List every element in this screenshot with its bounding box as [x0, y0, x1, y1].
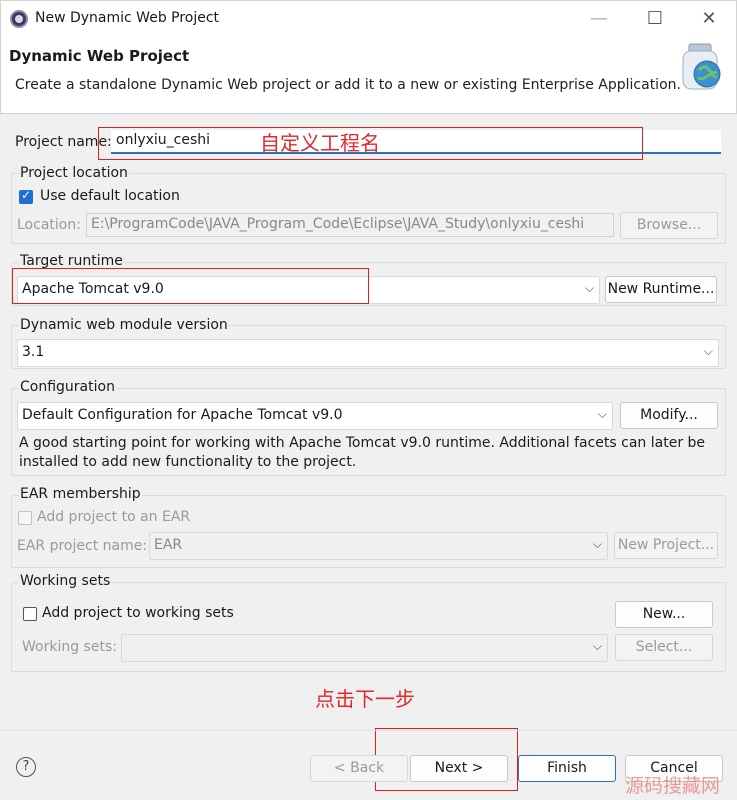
target-runtime-heading: Target runtime — [19, 253, 124, 269]
minimize-button[interactable]: — — [579, 5, 619, 33]
browse-button[interactable]: Browse... — [620, 212, 718, 239]
finish-button[interactable]: Finish — [518, 755, 616, 782]
project-location-heading: Project location — [19, 165, 129, 181]
configuration-description-line1: A good starting point for working with A… — [19, 435, 706, 451]
close-button[interactable]: ✕ — [689, 5, 729, 33]
use-default-location-label: Use default location — [40, 188, 180, 204]
use-default-location-checkbox[interactable] — [19, 188, 33, 204]
working-sets-select[interactable]: ⌵ — [121, 634, 608, 662]
target-runtime-highlight-box — [12, 268, 369, 304]
working-sets-label: Working sets: — [22, 639, 117, 655]
ear-project-select[interactable]: EAR ⌵ — [149, 532, 608, 560]
select-working-sets-button[interactable]: Select... — [615, 634, 713, 661]
wizard-banner: Dynamic Web Project Create a standalone … — [0, 36, 737, 114]
web-project-jar-icon — [682, 43, 721, 90]
custom-project-name-note: 自定义工程名 — [260, 131, 380, 155]
add-to-working-sets-checkbox[interactable] — [23, 607, 37, 621]
new-ear-project-button[interactable]: New Project... — [614, 532, 718, 559]
maximize-button[interactable]: ☐ — [635, 5, 675, 33]
eclipse-icon — [10, 10, 28, 28]
back-button[interactable]: < Back — [310, 755, 408, 782]
ear-project-value: EAR — [154, 537, 183, 553]
add-to-working-sets-label: Add project to working sets — [42, 605, 234, 621]
configuration-value: Default Configuration for Apache Tomcat … — [22, 407, 343, 423]
configuration-description-line2: installed to add new functionality to th… — [19, 454, 357, 470]
location-input[interactable]: E:\ProgramCode\JAVA_Program_Code\Eclipse… — [86, 213, 614, 237]
ear-project-name-label: EAR project name: — [17, 538, 148, 554]
add-to-ear-label: Add project to an EAR — [37, 509, 191, 525]
add-to-ear-checkbox[interactable] — [18, 511, 32, 525]
chevron-down-icon: ⌵ — [592, 537, 602, 551]
chevron-down-icon: ⌵ — [597, 407, 607, 421]
ear-membership-heading: EAR membership — [19, 486, 142, 502]
module-version-value: 3.1 — [22, 344, 45, 360]
new-runtime-button[interactable]: New Runtime... — [605, 276, 717, 303]
configuration-select[interactable]: Default Configuration for Apache Tomcat … — [17, 402, 613, 430]
location-label: Location: — [17, 217, 81, 233]
help-icon[interactable]: ? — [16, 757, 36, 777]
click-next-note: 点击下一步 — [315, 687, 415, 711]
chevron-down-icon: ⌵ — [592, 639, 602, 653]
watermark: 源码搜藏网 — [625, 775, 721, 797]
module-version-select[interactable]: 3.1 ⌵ — [17, 339, 719, 367]
footer-divider — [0, 730, 737, 731]
module-version-heading: Dynamic web module version — [19, 317, 229, 333]
new-working-set-button[interactable]: New... — [615, 601, 713, 628]
next-button[interactable]: Next > — [410, 755, 508, 782]
page-title: Dynamic Web Project — [9, 47, 190, 65]
working-sets-heading: Working sets — [19, 573, 112, 589]
configuration-heading: Configuration — [19, 379, 116, 395]
chevron-down-icon: ⌵ — [703, 344, 713, 358]
modify-button[interactable]: Modify... — [620, 402, 718, 429]
chevron-down-icon: ⌵ — [584, 281, 594, 295]
title-bar: New Dynamic Web Project — ☐ ✕ — [0, 0, 737, 36]
window-title: New Dynamic Web Project — [35, 10, 220, 26]
page-description: Create a standalone Dynamic Web project … — [15, 77, 681, 93]
